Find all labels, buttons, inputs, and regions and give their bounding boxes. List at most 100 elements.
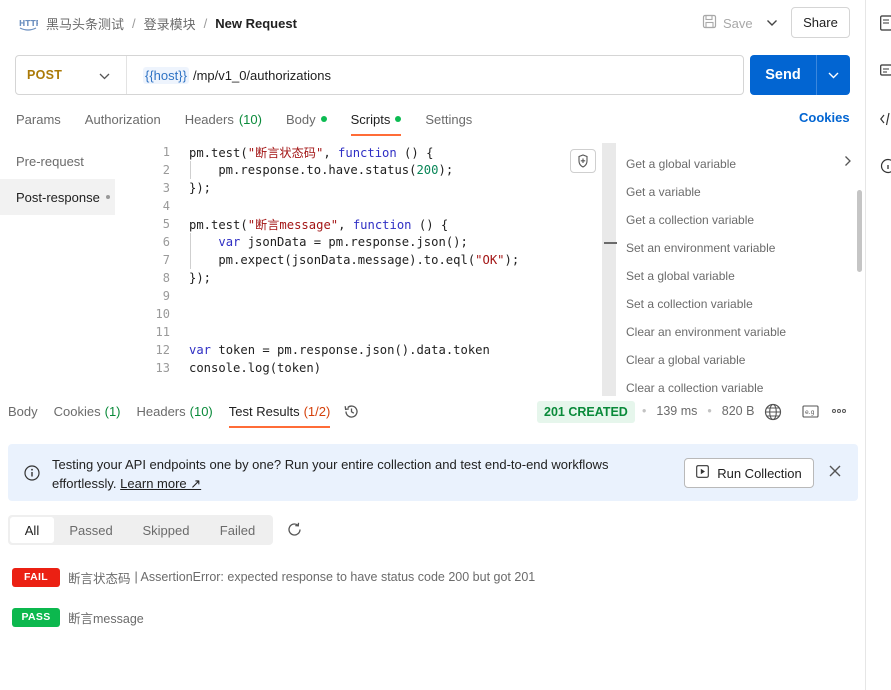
panel-resize-handle[interactable] [602,143,617,396]
code-token: 200 [416,163,439,177]
content-indicator-dot [395,116,402,122]
send-button[interactable]: Send [750,55,817,95]
snippet-item[interactable]: Set a global variable [626,266,856,286]
save-button[interactable]: Save [702,10,753,36]
globe-icon[interactable] [764,403,782,424]
pass-badge: PASS [12,607,60,627]
breadcrumb-folder[interactable]: 登录模块 [144,14,196,33]
code-token: "OK" [475,253,505,267]
code-line[interactable]: 12 var token = pm.response.json().data.to… [115,341,602,359]
close-icon[interactable] [828,464,842,481]
chevron-right-icon[interactable] [844,155,852,170]
snippet-item[interactable]: Clear a global variable [626,350,856,370]
code-line[interactable]: 1 pm.test("断言状态码", function () { [115,143,602,161]
tab-body[interactable]: Body [286,108,327,130]
snippets-scrollbar[interactable] [857,190,862,272]
code-token: token = pm.response.json().data.token [211,343,490,357]
cookies-link[interactable]: Cookies [799,110,850,125]
run-collection-button[interactable]: Run Collection [684,458,814,488]
code-token: pm.expect(jsonData.message).to.eql( [189,253,476,267]
line-number: 4 [162,199,170,213]
test-results-filter: All Passed Skipped Failed [8,515,273,545]
response-size[interactable]: 820 B [722,404,755,418]
save-options-chevron-icon[interactable] [762,10,782,36]
response-time[interactable]: 139 ms [656,404,697,418]
snippet-item[interactable]: Get a global variable [626,154,856,174]
tab-label: Params [16,111,61,127]
svg-text:e.g: e.g [805,409,815,416]
filter-failed[interactable]: Failed [204,517,271,543]
url-variable[interactable]: {{host}} [143,66,189,84]
code-icon[interactable] [880,112,891,129]
tab-count: (10) [238,111,262,127]
tab-authorization[interactable]: Authorization [85,108,161,130]
share-button[interactable]: Share [791,7,850,38]
request-name[interactable]: New Request [215,16,297,31]
code-line[interactable]: 7 pm.expect(jsonData.message).to.eql("OK… [115,251,602,269]
code-token: var [218,235,241,249]
snippet-toggle-button[interactable] [570,149,596,173]
code-line[interactable]: 5 pm.test("断言message", function () { [115,215,602,233]
test-name: 断言message [68,611,144,626]
more-options-icon[interactable] [831,404,847,421]
code-token: () { [411,218,449,232]
refresh-icon[interactable] [286,521,303,541]
http-request-icon: HTTP [18,14,38,32]
line-number: 5 [162,217,170,231]
code-text: var token = pm.response.json().data.toke… [189,343,490,357]
response-tab-test-results[interactable]: Test Results (1/2) [228,400,330,428]
filter-skipped[interactable]: Skipped [128,517,204,543]
code-line[interactable]: 4 [115,197,602,215]
code-editor[interactable]: 1 pm.test("断言状态码", function () {2 pm.resp… [115,143,602,396]
tab-label: Test Results [228,403,300,419]
response-tab-body[interactable]: Body [8,400,38,422]
code-line[interactable]: 13 console.log(token) [115,359,602,377]
documentation-icon[interactable] [880,15,891,34]
tab-label: Headers [184,111,234,127]
line-number: 11 [155,325,170,339]
filter-all[interactable]: All [10,517,54,543]
breadcrumb-collection[interactable]: 黑马头条测试 [46,14,124,33]
script-tab-post-response[interactable]: Post-response [0,179,115,215]
snippet-item[interactable]: Clear a collection variable [626,378,856,396]
snippet-item[interactable]: Get a variable [626,182,856,202]
line-number: 8 [162,271,170,285]
learn-more-link[interactable]: Learn more ↗ [120,476,201,491]
filter-passed[interactable]: Passed [54,517,128,543]
comments-icon[interactable] [880,63,891,82]
response-tab-headers[interactable]: Headers (10) [137,400,213,422]
code-line[interactable]: 6 var jsonData = pm.response.json(); [115,233,602,251]
code-token: , [323,146,339,160]
script-tab-label: Pre-request [16,153,84,169]
tab-settings[interactable]: Settings [425,108,472,130]
tab-headers[interactable]: Headers (10) [185,108,262,130]
tab-count: (10) [189,403,213,419]
code-line[interactable]: 8}); [115,269,602,287]
code-line[interactable]: 11 [115,323,602,341]
url-input[interactable]: {{host}} /mp/v1_0/authorizations [127,66,331,84]
status-badge[interactable]: 201 CREATED [537,401,635,423]
history-icon[interactable] [343,403,360,423]
save-icon [702,14,717,32]
indent-guide [190,233,191,269]
save-response-icon[interactable]: e.g [802,404,819,422]
tab-label: Cookies [53,403,101,419]
method-select[interactable]: POST [16,56,127,94]
tab-label: Scripts [350,111,391,127]
code-line[interactable]: 9 [115,287,602,305]
response-tab-cookies[interactable]: Cookies (1) [54,400,121,422]
snippet-item[interactable]: Set a collection variable [626,294,856,314]
code-line[interactable]: 10 [115,305,602,323]
script-tab-pre-request[interactable]: Pre-request [0,143,115,179]
send-options-chevron-icon[interactable] [817,55,850,95]
breadcrumb-separator: / [132,15,136,31]
info-icon[interactable] [880,158,891,177]
snippet-item[interactable]: Set an environment variable [626,238,856,258]
tab-params[interactable]: Params [16,108,61,130]
code-line[interactable]: 3}); [115,179,602,197]
snippet-item[interactable]: Get a collection variable [626,210,856,230]
snippet-item[interactable]: Clear an environment variable [626,322,856,342]
code-token: ); [438,163,454,177]
code-line[interactable]: 2 pm.response.to.have.status(200); [115,161,602,179]
tab-scripts[interactable]: Scripts [350,108,402,136]
